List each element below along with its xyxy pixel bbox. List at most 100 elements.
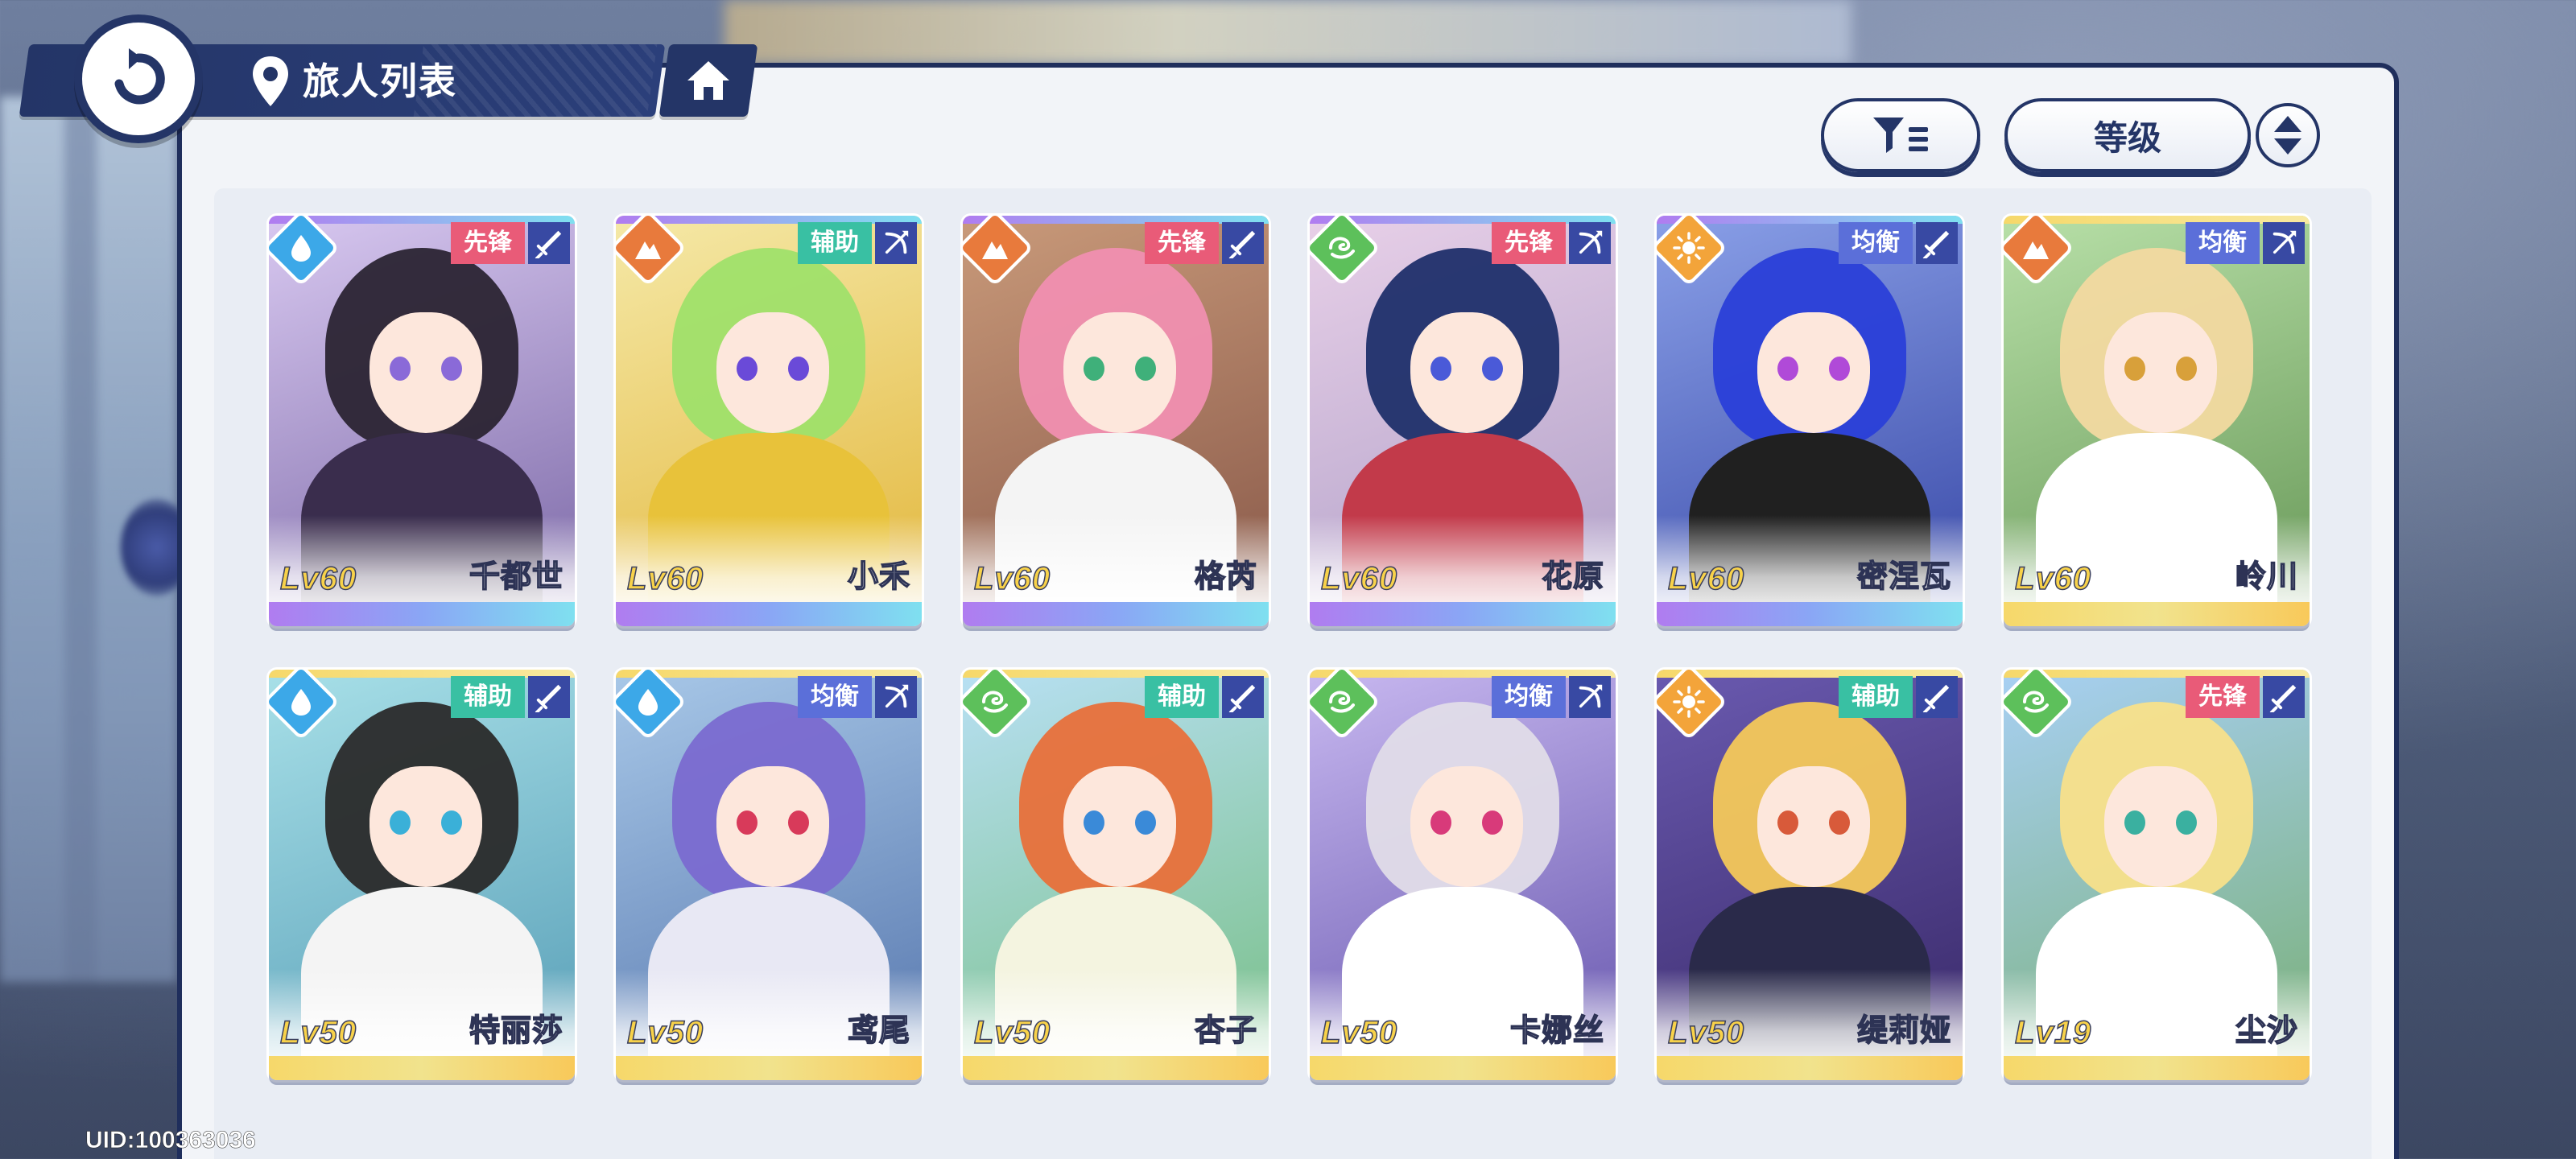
role-badge: 先锋 bbox=[451, 222, 525, 264]
portrait-eye bbox=[788, 357, 809, 381]
character-card[interactable]: 均衡 Lv60 密涅瓦 bbox=[1657, 216, 1963, 626]
character-level: Lv50 bbox=[973, 1014, 1051, 1051]
page-title: 旅人列表 bbox=[303, 60, 457, 102]
sword-icon bbox=[528, 676, 570, 718]
role-badge: 辅助 bbox=[1145, 676, 1219, 718]
role-badge: 辅助 bbox=[451, 676, 525, 718]
character-level: Lv60 bbox=[279, 560, 357, 597]
rarity-bar bbox=[616, 602, 922, 626]
role-badge: 辅助 bbox=[1839, 676, 1913, 718]
bow-icon bbox=[875, 676, 917, 718]
character-name: 鸢尾 bbox=[847, 1013, 910, 1049]
role-badge: 均衡 bbox=[1839, 222, 1913, 264]
portrait-eye bbox=[2176, 810, 2197, 835]
portrait-face bbox=[1063, 312, 1176, 433]
character-card[interactable]: 辅助 Lv50 特丽莎 bbox=[269, 670, 575, 1080]
portrait-face bbox=[1410, 312, 1523, 433]
role-badge: 均衡 bbox=[798, 676, 872, 718]
portrait-face bbox=[2104, 766, 2217, 887]
portrait-eye bbox=[1430, 810, 1451, 835]
portrait-eye bbox=[1777, 810, 1798, 835]
sort-by-dropdown[interactable]: 等级 bbox=[2004, 98, 2251, 172]
character-level: Lv60 bbox=[1320, 560, 1398, 597]
character-card[interactable]: 辅助 Lv50 缇莉娅 bbox=[1657, 670, 1963, 1080]
sort-up-down-icon bbox=[2274, 116, 2301, 155]
portrait-eye bbox=[2176, 357, 2197, 381]
rarity-bar bbox=[2004, 1056, 2310, 1080]
character-card[interactable]: 先锋 Lv60 格芮 bbox=[963, 216, 1269, 626]
role-badge: 先锋 bbox=[2186, 676, 2260, 718]
character-card[interactable]: 均衡 Lv50 卡娜丝 bbox=[1310, 670, 1616, 1080]
role-badge: 先锋 bbox=[1145, 222, 1219, 264]
character-card[interactable]: 均衡 Lv50 鸢尾 bbox=[616, 670, 922, 1080]
character-level: Lv50 bbox=[626, 1014, 704, 1051]
character-level: Lv60 bbox=[973, 560, 1051, 597]
portrait-face bbox=[1063, 766, 1176, 887]
character-name: 格芮 bbox=[1194, 559, 1257, 595]
rarity-bar bbox=[2004, 602, 2310, 626]
portrait-face bbox=[2104, 312, 2217, 433]
portrait-face bbox=[716, 766, 829, 887]
portrait-face bbox=[369, 766, 482, 887]
character-name: 岭川 bbox=[2235, 559, 2298, 595]
location-pin-icon bbox=[253, 56, 288, 106]
portrait-eye bbox=[737, 357, 758, 381]
character-name: 花原 bbox=[1541, 559, 1604, 595]
character-level: Lv60 bbox=[626, 560, 704, 597]
rarity-bar bbox=[1657, 1056, 1963, 1080]
rarity-bar bbox=[616, 1056, 922, 1080]
home-icon bbox=[687, 61, 729, 100]
rarity-bar bbox=[963, 1056, 1269, 1080]
character-card[interactable]: 先锋 Lv60 花原 bbox=[1310, 216, 1616, 626]
portrait-eye bbox=[1482, 357, 1503, 381]
portrait-eye bbox=[441, 810, 462, 835]
sword-icon bbox=[1222, 676, 1264, 718]
character-card[interactable]: 均衡 Lv60 岭川 bbox=[2004, 216, 2310, 626]
role-badge: 先锋 bbox=[1492, 222, 1566, 264]
rarity-bar bbox=[1657, 602, 1963, 626]
portrait-eye bbox=[1084, 810, 1104, 835]
bow-icon bbox=[875, 222, 917, 264]
character-card[interactable]: 辅助 Lv60 小禾 bbox=[616, 216, 922, 626]
character-name: 缇莉娅 bbox=[1856, 1013, 1951, 1049]
character-level: Lv50 bbox=[279, 1014, 357, 1051]
character-level: Lv50 bbox=[1320, 1014, 1398, 1051]
portrait-eye bbox=[1777, 357, 1798, 381]
back-arrow-icon bbox=[105, 45, 172, 113]
back-button[interactable] bbox=[74, 14, 203, 143]
character-name: 杏子 bbox=[1194, 1013, 1257, 1049]
portrait-eye bbox=[441, 357, 462, 381]
filter-button[interactable] bbox=[1821, 98, 1980, 172]
portrait-eye bbox=[788, 810, 809, 835]
rarity-bar bbox=[1310, 1056, 1616, 1080]
bow-icon bbox=[1569, 676, 1611, 718]
sword-icon bbox=[1222, 222, 1264, 264]
character-name: 小禾 bbox=[847, 559, 910, 595]
portrait-face bbox=[369, 312, 482, 433]
character-card[interactable]: 先锋 Lv19 尘沙 bbox=[2004, 670, 2310, 1080]
bow-icon bbox=[1569, 222, 1611, 264]
rarity-bar bbox=[269, 602, 575, 626]
character-name: 特丽莎 bbox=[469, 1013, 564, 1049]
character-card[interactable]: 辅助 Lv50 杏子 bbox=[963, 670, 1269, 1080]
home-button[interactable] bbox=[658, 44, 758, 117]
portrait-face bbox=[1757, 312, 1870, 433]
character-card[interactable]: 先锋 Lv60 千都世 bbox=[269, 216, 575, 626]
character-name: 密涅瓦 bbox=[1856, 559, 1951, 595]
portrait-face bbox=[1757, 766, 1870, 887]
sword-icon bbox=[528, 222, 570, 264]
rarity-bar bbox=[963, 602, 1269, 626]
uid-label: UID:100363036 bbox=[85, 1127, 256, 1154]
character-level: Lv60 bbox=[2014, 560, 2092, 597]
character-level: Lv50 bbox=[1667, 1014, 1745, 1051]
character-name: 卡娜丝 bbox=[1509, 1013, 1604, 1049]
bow-icon bbox=[2263, 222, 2305, 264]
filter-icon bbox=[1873, 118, 1928, 153]
sort-order-toggle[interactable] bbox=[2256, 103, 2320, 167]
character-level: Lv19 bbox=[2014, 1014, 2092, 1051]
sort-by-label: 等级 bbox=[2093, 118, 2161, 157]
role-badge: 均衡 bbox=[2186, 222, 2260, 264]
portrait-eye bbox=[1084, 357, 1104, 381]
portrait-eye bbox=[1135, 357, 1156, 381]
rarity-bar bbox=[269, 1056, 575, 1080]
